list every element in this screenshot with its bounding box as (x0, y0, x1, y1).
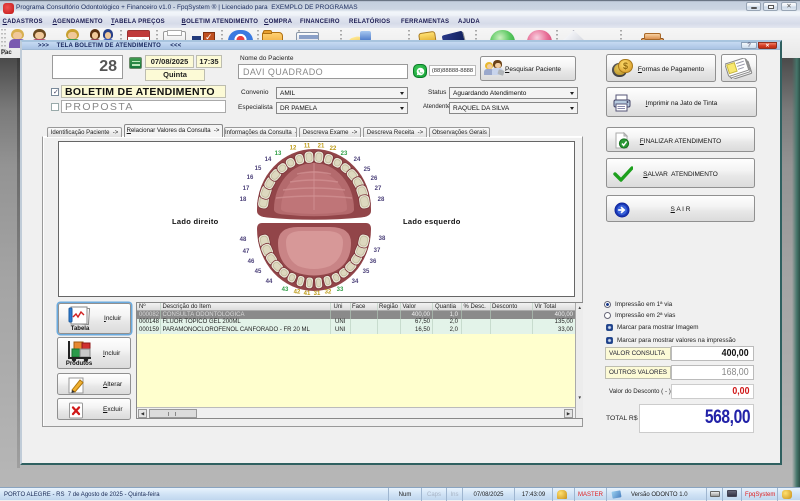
svg-text:22: 22 (330, 146, 337, 152)
svg-text:16: 16 (247, 175, 254, 181)
svg-text:14: 14 (265, 157, 272, 163)
svg-text:43: 43 (282, 287, 289, 293)
svg-text:25: 25 (364, 167, 371, 173)
svg-text:44: 44 (266, 279, 273, 285)
svg-text:21: 21 (318, 144, 325, 150)
svg-text:18: 18 (240, 197, 247, 203)
svg-text:35: 35 (363, 269, 370, 275)
svg-text:47: 47 (243, 249, 250, 255)
svg-text:23: 23 (341, 151, 348, 157)
svg-text:36: 36 (370, 259, 377, 265)
svg-text:17: 17 (243, 186, 250, 192)
svg-text:32: 32 (325, 290, 332, 296)
svg-text:48: 48 (240, 237, 247, 243)
svg-text:28: 28 (378, 197, 385, 203)
svg-text:34: 34 (352, 279, 359, 285)
svg-text:42: 42 (294, 290, 301, 296)
svg-text:46: 46 (248, 259, 255, 265)
svg-text:26: 26 (371, 176, 378, 182)
svg-text:27: 27 (375, 186, 382, 192)
svg-text:24: 24 (354, 157, 361, 163)
svg-text:33: 33 (337, 287, 344, 293)
svg-text:37: 37 (374, 248, 381, 254)
svg-text:38: 38 (379, 236, 386, 242)
svg-text:41: 41 (304, 291, 311, 297)
svg-text:15: 15 (255, 166, 262, 172)
svg-text:45: 45 (255, 269, 262, 275)
svg-text:12: 12 (290, 146, 297, 152)
svg-text:13: 13 (275, 151, 282, 157)
svg-text:11: 11 (304, 144, 311, 150)
svg-text:31: 31 (314, 291, 321, 297)
